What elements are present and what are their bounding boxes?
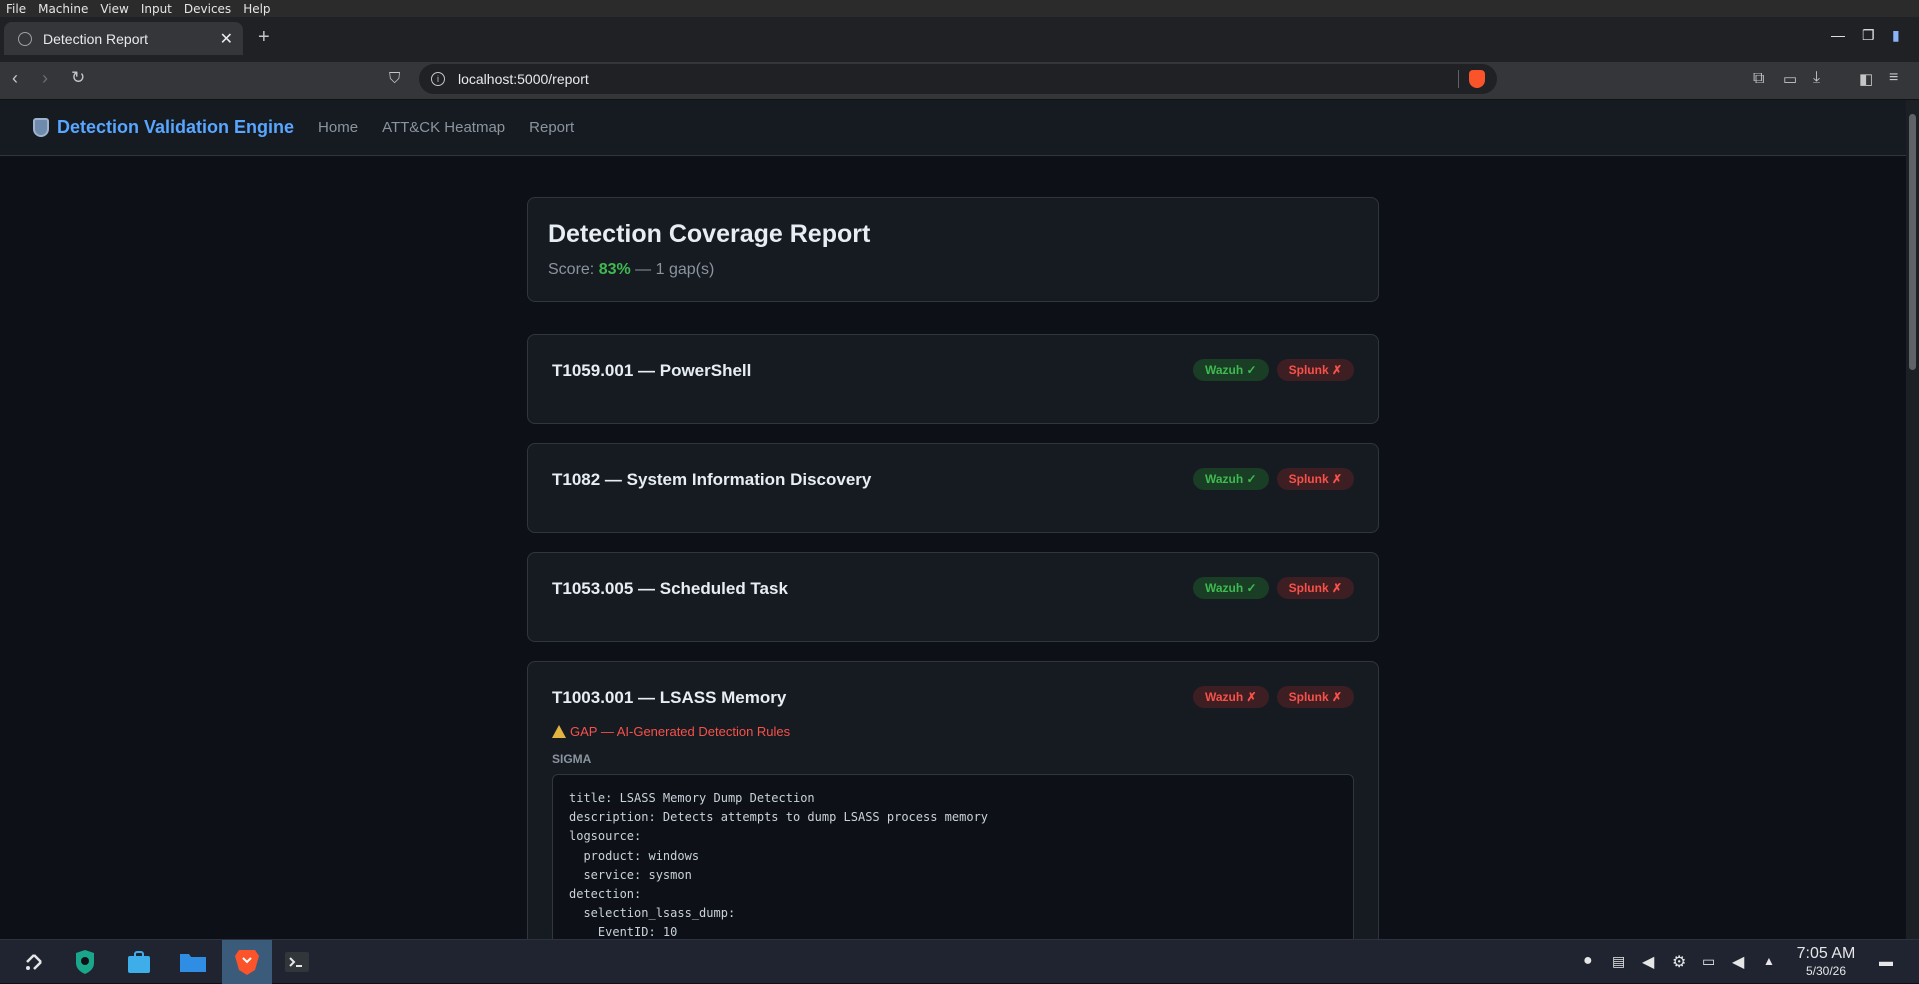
store-icon[interactable] <box>122 946 156 978</box>
shield-icon <box>33 118 49 137</box>
badge-group: Wazuh ✓ Splunk ✗ <box>1193 359 1354 381</box>
technique-card-gap: T1003.001 — LSASS Memory Wazuh ✗ Splunk … <box>527 661 1379 939</box>
brand-label: Detection Validation Engine <box>57 117 295 137</box>
volume-icon[interactable]: ◀ <box>1642 952 1654 972</box>
badge-group: Wazuh ✓ Splunk ✗ <box>1193 468 1354 490</box>
vm-menu-machine[interactable]: Machine <box>32 2 94 16</box>
score-prefix: Score: <box>548 261 599 278</box>
minimize-icon[interactable]: — <box>1831 27 1845 43</box>
files-icon[interactable] <box>176 946 210 978</box>
wazuh-badge: Wazuh ✓ <box>1193 577 1269 599</box>
summary-card: Detection Coverage Report Score: 83% — 1… <box>527 197 1379 302</box>
clipboard-icon[interactable]: ▤ <box>1612 953 1625 970</box>
technique-card: T1053.005 — Scheduled Task Wazuh ✓ Splun… <box>527 552 1379 642</box>
speaker-icon[interactable]: ◀ <box>1732 952 1744 972</box>
splunk-badge: Splunk ✗ <box>1276 359 1354 381</box>
globe-icon <box>18 31 32 46</box>
terminal-icon[interactable] <box>280 946 314 978</box>
info-icon[interactable]: i <box>431 72 445 86</box>
chevron-up-icon[interactable]: ▲ <box>1763 954 1775 968</box>
close-icon[interactable]: ✕ <box>220 29 233 49</box>
menu-icon[interactable]: ≡ <box>1889 69 1898 87</box>
clock[interactable]: 7:05 AM 5/30/26 <box>1785 945 1867 978</box>
forward-icon[interactable]: › <box>42 68 48 89</box>
brave-browser-icon[interactable] <box>222 940 272 984</box>
brave-shield-icon[interactable] <box>1469 70 1485 88</box>
scrollbar-thumb[interactable] <box>1909 114 1916 370</box>
browser-tabbar: Detection Report ✕ + — ❐ ▮ <box>0 17 1919 62</box>
score-suffix: — 1 gap(s) <box>630 261 715 278</box>
page-title: Detection Coverage Report <box>548 220 871 248</box>
nav-link-report[interactable]: Report <box>529 119 574 136</box>
score-value: 83% <box>598 261 631 278</box>
discover-icon[interactable] <box>68 946 102 978</box>
os-taskbar: ● ▤ ◀ ⚙ ▭ ◀ ▲ 7:05 AM 5/30/26 ▬ <box>0 939 1919 984</box>
page-scrollbar[interactable] <box>1906 100 1919 939</box>
sigma-label: SIGMA <box>552 752 592 766</box>
divider <box>1458 70 1459 88</box>
technique-card: T1082 — System Information Discovery Waz… <box>527 443 1379 533</box>
show-desktop-icon[interactable]: ▬ <box>1879 953 1893 969</box>
settings-icon[interactable]: ⚙ <box>1672 952 1686 972</box>
restore-icon[interactable]: ❐ <box>1862 27 1875 44</box>
vm-menu-help[interactable]: Help <box>237 2 276 16</box>
wazuh-badge: Wazuh ✓ <box>1193 359 1269 381</box>
nav-link-home[interactable]: Home <box>318 119 358 136</box>
wazuh-badge: Wazuh ✓ <box>1193 468 1269 490</box>
back-icon[interactable]: ‹ <box>12 68 18 89</box>
new-tab-button[interactable]: + <box>258 26 270 49</box>
gap-notice: GAP — AI-Generated Detection Rules <box>552 724 1354 739</box>
vm-menu-file[interactable]: File <box>0 2 32 16</box>
badge-group: Wazuh ✓ Splunk ✗ <box>1193 577 1354 599</box>
pin-icon[interactable]: ▮ <box>1892 27 1900 44</box>
report-content: Detection Coverage Report Score: 83% — 1… <box>527 197 1379 939</box>
warning-icon <box>552 725 566 738</box>
page-viewport: Detection Validation Engine Home ATT&CK … <box>0 100 1906 939</box>
url-text[interactable]: localhost:5000/report <box>458 71 1458 87</box>
badge-group: Wazuh ✗ Splunk ✗ <box>1193 686 1354 708</box>
browser-toolbar: ‹ › ↻ ⛉ i localhost:5000/report ⧉ ▭ ⤓ ◧ … <box>0 62 1919 100</box>
extensions-icon[interactable]: ⧉ <box>1753 70 1764 88</box>
user-icon[interactable]: ● <box>1583 952 1593 970</box>
splunk-badge: Splunk ✗ <box>1276 686 1354 708</box>
display-icon[interactable]: ▭ <box>1702 953 1715 970</box>
vm-menu-devices[interactable]: Devices <box>178 2 237 16</box>
vm-menu-view[interactable]: View <box>94 2 134 16</box>
clock-time: 7:05 AM <box>1796 945 1856 962</box>
launcher-icon[interactable] <box>17 946 51 978</box>
address-bar[interactable]: i localhost:5000/report <box>419 64 1497 94</box>
score-line: Score: 83% — 1 gap(s) <box>548 261 1358 279</box>
vm-menubar: File Machine View Input Devices Help <box>0 0 1919 17</box>
wallet-icon[interactable]: ▭ <box>1783 70 1797 88</box>
sigma-code-block[interactable]: title: LSASS Memory Dump Detection descr… <box>552 774 1354 939</box>
nav-link-heatmap[interactable]: ATT&CK Heatmap <box>382 119 505 136</box>
app-navbar: Detection Validation Engine Home ATT&CK … <box>0 100 1906 156</box>
vm-menu-input[interactable]: Input <box>135 2 178 16</box>
gap-text: GAP — AI-Generated Detection Rules <box>570 724 791 739</box>
sidebar-icon[interactable]: ◧ <box>1859 70 1873 88</box>
wazuh-badge: Wazuh ✗ <box>1193 686 1269 708</box>
splunk-badge: Splunk ✗ <box>1276 577 1354 599</box>
brand[interactable]: Detection Validation Engine <box>33 117 294 138</box>
bookmark-icon[interactable]: ⛉ <box>389 70 400 87</box>
browser-tab[interactable]: Detection Report ✕ <box>4 22 243 55</box>
download-icon[interactable]: ⤓ <box>1813 69 1820 87</box>
clock-date: 5/30/26 <box>1805 964 1847 978</box>
reload-icon[interactable]: ↻ <box>71 68 85 88</box>
technique-card: T1059.001 — PowerShell Wazuh ✓ Splunk ✗ <box>527 334 1379 424</box>
tab-title: Detection Report <box>43 30 149 47</box>
splunk-badge: Splunk ✗ <box>1276 468 1354 490</box>
